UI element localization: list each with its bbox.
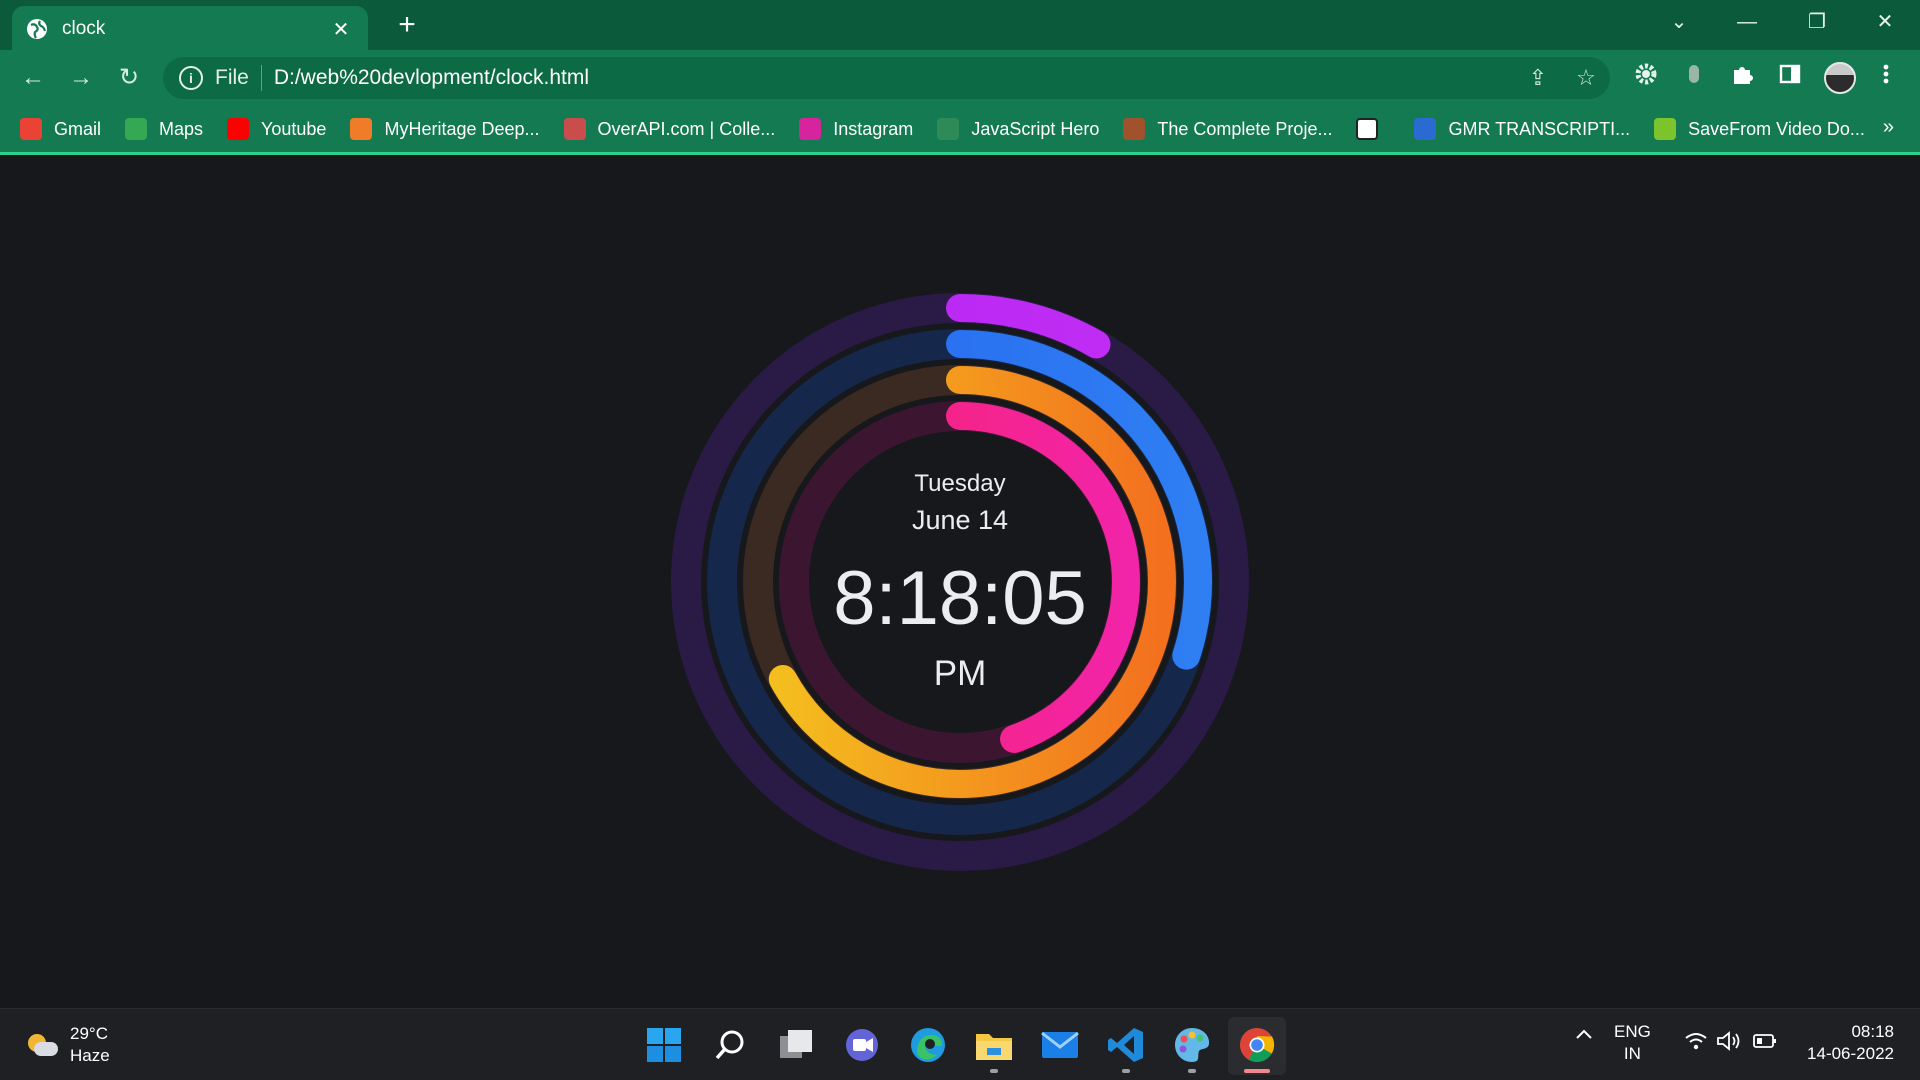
wifi-icon[interactable] xyxy=(1684,1031,1708,1057)
page-content: Tuesday June 14 8:18:05 PM xyxy=(0,155,1920,1007)
globe-icon xyxy=(27,19,47,39)
profile-avatar[interactable] xyxy=(1824,62,1856,94)
bookmark-item[interactable]: Instagram xyxy=(799,118,913,140)
windows-start-icon[interactable] xyxy=(642,1023,686,1067)
bookmark-item[interactable]: JavaScript Hero xyxy=(937,118,1099,140)
myheritage-icon xyxy=(350,118,373,140)
omnibox-divider xyxy=(260,65,262,91)
bookmark-label: JavaScript Hero xyxy=(971,118,1100,139)
weather-haze-icon xyxy=(26,1032,58,1058)
bookmark-label: Instagram xyxy=(833,118,914,139)
browser-chrome: clock ✕ + ⌄ — ❐ ✕ ← → ↻ i File D:/web%20… xyxy=(0,0,1920,155)
running-indicator xyxy=(990,1069,998,1073)
tab-search-chevron-icon[interactable]: ⌄ xyxy=(1644,0,1714,44)
project-icon xyxy=(1123,118,1146,140)
url-text[interactable]: D:/web%20devlopment/clock.html xyxy=(274,66,1514,90)
search-icon[interactable] xyxy=(708,1023,752,1067)
bookmark-label: Maps xyxy=(159,118,204,139)
overapi-icon xyxy=(563,118,586,140)
js-hero-icon xyxy=(937,118,960,140)
forward-button[interactable]: → xyxy=(66,63,96,93)
gmail-icon xyxy=(20,118,42,140)
bookmark-label: The Complete Proje... xyxy=(1157,118,1333,139)
bookmark-star-icon[interactable]: ☆ xyxy=(1562,65,1610,91)
bookmark-item[interactable]: SaveFrom Video Do... xyxy=(1654,118,1865,140)
tab-strip: clock ✕ + ⌄ — ❐ ✕ xyxy=(0,0,1920,52)
language-code: ENG xyxy=(1614,1022,1651,1041)
running-indicator xyxy=(1122,1069,1130,1073)
task-view-icon[interactable] xyxy=(774,1023,818,1067)
mail-icon[interactable] xyxy=(1038,1023,1082,1067)
weather-widget[interactable]: 29°C Haze xyxy=(26,1023,110,1067)
tray-overflow-chevron-icon[interactable] xyxy=(1574,1025,1594,1049)
bookmark-item[interactable]: Gmail xyxy=(20,118,101,140)
museum-icon xyxy=(1356,118,1379,140)
tab-title: clock xyxy=(62,18,106,39)
youtube-icon xyxy=(227,118,250,140)
site-info-icon[interactable]: i xyxy=(179,66,203,90)
weather-temp: 29°C xyxy=(70,1024,108,1043)
puzzle-extensions-icon[interactable] xyxy=(1724,62,1760,94)
instagram-icon xyxy=(799,118,822,140)
bookmark-item[interactable]: OverAPI.com | Colle... xyxy=(563,118,776,140)
clock-day: Tuesday xyxy=(914,470,1006,497)
tab-close-icon[interactable]: ✕ xyxy=(328,17,354,42)
language-indicator[interactable]: ENG IN xyxy=(1614,1021,1651,1065)
taskbar: 29°C Haze ENG IN 08:18 14-06-2022 xyxy=(0,1008,1920,1080)
scheme-label: File xyxy=(215,66,249,89)
bookmark-item[interactable]: GMR TRANSCRIPTI... xyxy=(1414,118,1630,140)
active-indicator xyxy=(1244,1069,1270,1073)
bookmark-item[interactable]: Maps xyxy=(125,118,203,140)
bookmark-item[interactable] xyxy=(1356,118,1390,140)
close-window-button[interactable]: ✕ xyxy=(1850,0,1920,44)
tab-clock[interactable]: clock ✕ xyxy=(12,6,368,52)
mouse-extension-icon[interactable] xyxy=(1676,62,1712,94)
bookmark-label: SaveFrom Video Do... xyxy=(1688,118,1865,139)
chrome-icon[interactable] xyxy=(1235,1023,1279,1073)
bookmark-item[interactable]: The Complete Proje... xyxy=(1123,118,1332,140)
clock-time: 8:18:05 xyxy=(833,556,1087,641)
vscode-icon[interactable] xyxy=(1104,1023,1148,1073)
battery-icon[interactable] xyxy=(1752,1031,1778,1057)
bookmark-label: MyHeritage Deep... xyxy=(384,118,540,139)
maps-pin-icon xyxy=(125,118,148,140)
bookmark-item[interactable]: MyHeritage Deep... xyxy=(350,118,540,140)
bookmark-label: OverAPI.com | Colle... xyxy=(597,118,776,139)
bookmark-label: Gmail xyxy=(54,118,102,139)
volume-icon[interactable] xyxy=(1716,1031,1742,1057)
settings-extension-icon[interactable] xyxy=(1628,62,1664,94)
system-date: 14-06-2022 xyxy=(1807,1044,1894,1063)
bookmark-label: Youtube xyxy=(261,118,327,139)
restore-button[interactable]: ❐ xyxy=(1782,0,1852,44)
savefrom-icon xyxy=(1654,118,1677,140)
share-icon[interactable]: ⇪ xyxy=(1514,65,1562,91)
bookmarks-overflow-icon[interactable]: » xyxy=(1883,116,1894,139)
bookmark-item[interactable]: Youtube xyxy=(227,118,326,140)
address-bar[interactable]: i File D:/web%20devlopment/clock.html ⇪ … xyxy=(163,57,1610,99)
back-button[interactable]: ← xyxy=(18,63,48,93)
gmr-icon xyxy=(1414,118,1437,140)
side-panel-icon[interactable] xyxy=(1772,62,1808,94)
minimize-button[interactable]: — xyxy=(1712,0,1782,44)
region-code: IN xyxy=(1623,1044,1641,1063)
system-clock[interactable]: 08:18 14-06-2022 xyxy=(1798,1021,1894,1065)
clock-date: June 14 xyxy=(911,505,1009,535)
new-tab-button[interactable]: + xyxy=(390,8,424,42)
bookmark-label: GMR TRANSCRIPTI... xyxy=(1448,118,1631,139)
weather-desc: Haze xyxy=(70,1046,110,1065)
reload-button[interactable]: ↻ xyxy=(114,63,144,93)
menu-kebab-icon[interactable] xyxy=(1868,62,1904,94)
paint-palette-icon[interactable] xyxy=(1170,1023,1214,1073)
file-explorer-icon[interactable] xyxy=(972,1023,1016,1073)
edge-browser-icon[interactable] xyxy=(906,1023,950,1067)
clock-ampm: PM xyxy=(933,654,987,693)
running-indicator xyxy=(1188,1069,1196,1073)
bookmarks-bar: Gmail Maps Youtube MyHeritage Deep... OverAP… xyxy=(0,106,1920,152)
chat-icon[interactable] xyxy=(840,1023,884,1067)
system-time: 08:18 xyxy=(1851,1022,1894,1041)
